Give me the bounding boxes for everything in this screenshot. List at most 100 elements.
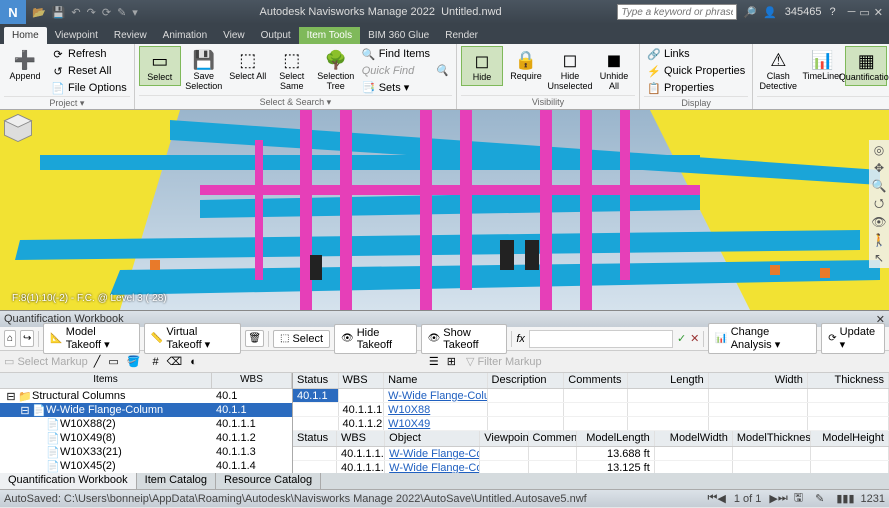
grid-row[interactable]: 40.1.1.2W10X49 [293, 417, 889, 431]
page-nav-last-icon[interactable]: ⏭ [778, 492, 788, 505]
col-wbs[interactable]: WBS [212, 373, 292, 388]
markup-line-icon[interactable]: ╱ [92, 353, 103, 370]
markup-rect-icon[interactable]: ▭ [106, 353, 120, 370]
page-nav-prev-icon[interactable]: ◀ [717, 492, 725, 505]
viewport-3d[interactable]: F:8(1):10(-2) - F.C. @ Level 3 (-28) ◎ ✥… [0, 110, 889, 310]
sets-button[interactable]: 📑Sets ▾ [359, 79, 452, 95]
qw-nav-arrow-icon[interactable]: ↪ [20, 330, 34, 347]
grid-list-icon[interactable]: ☰ [427, 353, 441, 370]
panel-label-select[interactable]: Select & Search ▾ [139, 95, 452, 108]
nav-orbit-icon[interactable]: ⭯ [871, 196, 887, 212]
show-takeoff-button[interactable]: 👁 Show Takeoff [421, 324, 508, 354]
help-icon[interactable]: ? [829, 6, 835, 18]
properties-button[interactable]: 📋Properties [644, 80, 748, 96]
nav-zoom-icon[interactable]: 🔍 [871, 178, 887, 194]
grid-row[interactable]: 40.1.1.1.1W-Wide Flange-Column13.688 ft [293, 447, 889, 461]
file-options-button[interactable]: 📄File Options [48, 80, 130, 96]
nav-wheel-icon[interactable]: ◎ [871, 142, 887, 158]
user-label[interactable]: 345465 [785, 6, 822, 18]
tab-quantification-workbook[interactable]: Quantification Workbook [0, 473, 137, 489]
selection-tree-button[interactable]: 🌳Selection Tree [315, 46, 357, 94]
select-all-button[interactable]: ⬚Select All [227, 46, 269, 84]
keyword-search[interactable] [617, 4, 737, 20]
tree-row[interactable]: ⊟📁Structural Columns40.1 [0, 389, 292, 403]
unhide-all-button[interactable]: ◼Unhide All [593, 46, 635, 94]
qat-more-icon[interactable]: ▾ [132, 6, 138, 19]
markup-paint-icon[interactable]: 🪣 [125, 353, 143, 370]
tab-render[interactable]: Render [437, 27, 486, 44]
append-button[interactable]: ➕Append [4, 46, 46, 84]
tab-viewpoint[interactable]: Viewpoint [47, 27, 106, 44]
close-icon[interactable]: ✕ [874, 6, 883, 19]
select-same-button[interactable]: ⬚Select Same [271, 46, 313, 94]
grid-row[interactable]: 40.1.1.1.2W-Wide Flange-Column13.125 ft [293, 461, 889, 473]
select-button[interactable]: ▭Select [139, 46, 181, 86]
tab-review[interactable]: Review [106, 27, 155, 44]
find-items-button[interactable]: 🔍Find Items [359, 46, 452, 62]
markup-count-icon[interactable]: # [151, 354, 161, 370]
qat-open-icon[interactable]: 📂 [32, 6, 46, 19]
filter-markup-button[interactable]: ▽ Filter Markup [466, 355, 542, 368]
links-button[interactable]: 🔗Links [644, 46, 748, 62]
qat-save-icon[interactable]: 💾 [52, 6, 66, 19]
tree-row[interactable]: 📄W10X33(21)40.1.1.3 [0, 445, 292, 459]
tree-row[interactable]: 📄W10X49(8)40.1.1.2 [0, 431, 292, 445]
search-go-icon[interactable]: 🔎 [743, 6, 757, 19]
quick-properties-button[interactable]: ⚡Quick Properties [644, 63, 748, 79]
tree-row[interactable]: 📄W10X88(2)40.1.1.1 [0, 417, 292, 431]
hide-takeoff-button[interactable]: 👁 Hide Takeoff [334, 324, 417, 354]
objects-grid[interactable]: StatusWBSObjectViewpointCommentsModelLen… [293, 431, 889, 473]
items-tree[interactable]: ⊟📁Structural Columns40.1⊟📄W-Wide Flange-… [0, 389, 292, 473]
signin-icon[interactable]: 👤 [763, 6, 777, 19]
virtual-takeoff-button[interactable]: 📏 Virtual Takeoff ▾ [144, 323, 242, 354]
update-button[interactable]: ⟳ Update ▾ [821, 323, 885, 354]
require-button[interactable]: 🔒Require [505, 46, 547, 84]
select-markup-button[interactable]: ▭ Select Markup [4, 355, 88, 368]
tab-resource-catalog[interactable]: Resource Catalog [216, 473, 321, 489]
nav-select-icon[interactable]: ↖ [871, 250, 887, 266]
grid-tree-icon[interactable]: ⊞ [445, 353, 458, 370]
maximize-icon[interactable]: ▭ [859, 6, 869, 19]
grid-row[interactable]: 40.1.1W-Wide Flange-Column [293, 389, 889, 403]
quick-find-input[interactable]: Quick Find🔍 [359, 63, 452, 78]
tab-animation[interactable]: Animation [155, 27, 215, 44]
save-selection-button[interactable]: 💾Save Selection [183, 46, 225, 94]
qw-nav-home-icon[interactable]: ⌂ [4, 330, 16, 347]
change-analysis-button[interactable]: 📊 Change Analysis ▾ [708, 323, 817, 354]
tab-bim360[interactable]: BIM 360 Glue [360, 27, 437, 44]
clash-detective-button[interactable]: ⚠Clash Detective [757, 46, 799, 94]
qat-redo-icon[interactable]: ↷ [87, 6, 96, 19]
hide-unselected-button[interactable]: ◻Hide Unselected [549, 46, 591, 94]
tab-home[interactable]: Home [4, 27, 47, 44]
qw-select-button[interactable]: ⬚ Select [273, 330, 330, 348]
page-nav-next-icon[interactable]: ▶ [769, 492, 777, 505]
reset-all-button[interactable]: ↺Reset All [48, 63, 130, 79]
tree-row[interactable]: 📄W10X45(2)40.1.1.4 [0, 459, 292, 473]
fx-accept-icon[interactable]: ✓ [677, 332, 686, 345]
grid-row[interactable]: 40.1.1.1W10X88 [293, 403, 889, 417]
tab-view[interactable]: View [215, 27, 253, 44]
model-takeoff-button[interactable]: 📐 Model Takeoff ▾ [43, 323, 140, 354]
formula-input[interactable] [529, 330, 673, 348]
refresh-button[interactable]: ⟳Refresh [48, 46, 130, 62]
tab-output[interactable]: Output [253, 27, 299, 44]
page-nav-first-icon[interactable]: ⏮ [707, 492, 717, 505]
nav-look-icon[interactable]: 👁 [871, 214, 887, 230]
timeliner-button[interactable]: 📊TimeLiner [801, 46, 843, 84]
minimize-icon[interactable]: ─ [848, 6, 856, 19]
items-grid[interactable]: StatusWBSNameDescriptionCommentsLengthWi… [293, 373, 889, 431]
col-items[interactable]: Items [0, 373, 212, 388]
hide-button[interactable]: ◻Hide [461, 46, 503, 86]
qat-refresh-icon[interactable]: ⟳ [102, 6, 111, 19]
tab-item-catalog[interactable]: Item Catalog [137, 473, 216, 489]
nav-pan-icon[interactable]: ✥ [871, 160, 887, 176]
quantification-button[interactable]: ▦Quantification [845, 46, 887, 86]
tree-row[interactable]: ⊟📄W-Wide Flange-Column40.1.1 [0, 403, 292, 417]
nav-walk-icon[interactable]: 🚶 [871, 232, 887, 248]
fx-cancel-icon[interactable]: ✕ [690, 332, 699, 345]
markup-erase-icon[interactable]: ⌫ [165, 353, 185, 370]
view-cube[interactable] [0, 110, 36, 146]
qat-print-icon[interactable]: ✎ [117, 6, 126, 19]
qw-delete-icon[interactable]: 🗑 [245, 330, 264, 347]
qat-undo-icon[interactable]: ↶ [71, 6, 80, 19]
